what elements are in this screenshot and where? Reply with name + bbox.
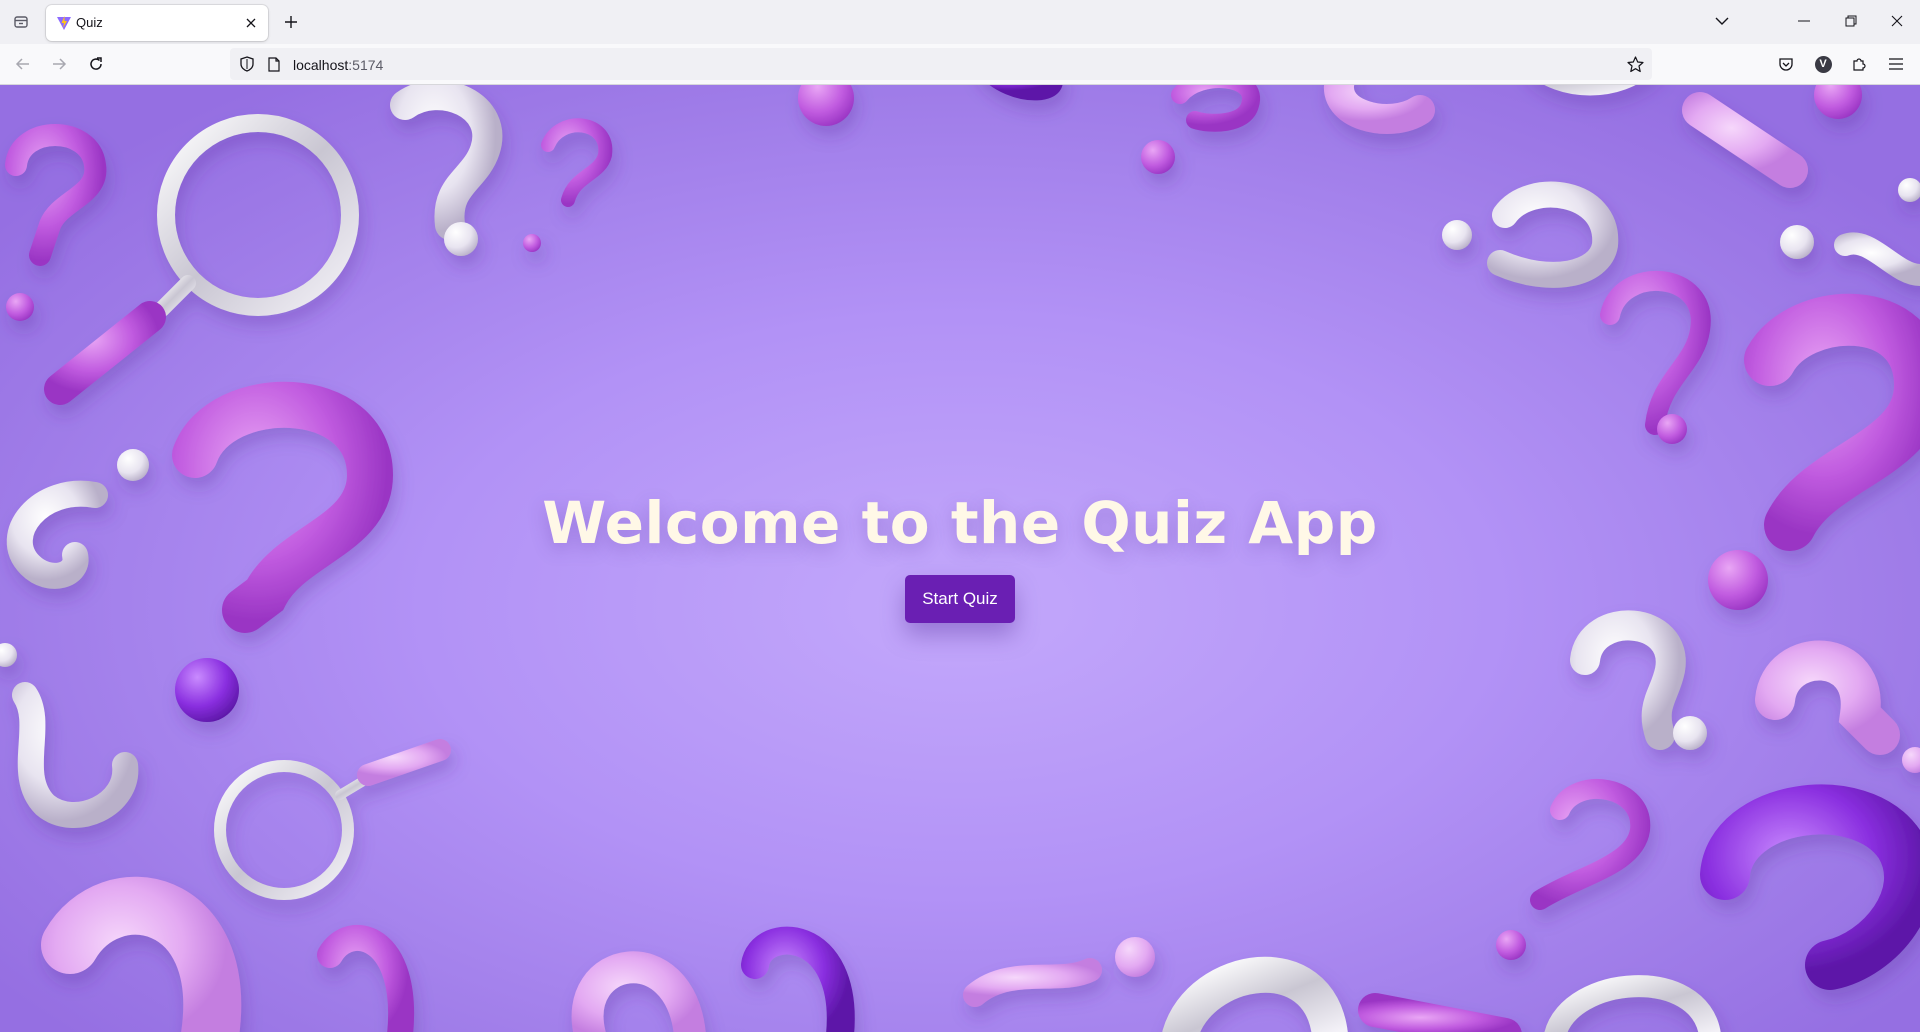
tab-title: Quiz — [76, 15, 103, 30]
pocket-icon[interactable] — [1775, 53, 1797, 75]
url-port: :5174 — [348, 57, 384, 73]
start-quiz-button[interactable]: Start Quiz — [905, 575, 1015, 623]
hamburger-menu-icon[interactable] — [1885, 53, 1907, 75]
page-viewport: Welcome to the Quiz App Start Quiz — [0, 85, 1920, 1032]
forward-arrow-icon[interactable] — [46, 51, 72, 77]
close-window-icon[interactable] — [1877, 6, 1917, 36]
page-title: Welcome to the Quiz App — [542, 489, 1378, 557]
browser-nav-bar: localhost:5174 V — [0, 44, 1920, 85]
hero-section: Welcome to the Quiz App Start Quiz — [0, 85, 1920, 1032]
browser-tab-bar: Quiz — [0, 0, 1920, 44]
list-all-tabs-icon[interactable] — [1702, 6, 1742, 36]
url-text[interactable]: localhost:5174 — [293, 57, 383, 73]
tab-close-icon[interactable] — [242, 14, 260, 32]
address-bar[interactable]: localhost:5174 — [230, 48, 1652, 80]
url-host: localhost — [293, 57, 349, 73]
page-info-icon[interactable] — [266, 56, 282, 72]
tab-list-icon[interactable] — [8, 9, 34, 35]
bookmark-star-icon[interactable] — [1626, 55, 1644, 73]
avatar: V — [1814, 55, 1832, 73]
shield-icon[interactable] — [239, 56, 255, 72]
browser-tab-quiz[interactable]: Quiz — [46, 5, 268, 41]
restore-window-icon[interactable] — [1831, 6, 1871, 36]
extensions-puzzle-icon[interactable] — [1848, 53, 1870, 75]
vite-logo-icon — [57, 16, 71, 30]
reload-icon[interactable] — [83, 51, 109, 77]
back-arrow-icon[interactable] — [10, 51, 36, 77]
account-avatar-icon[interactable]: V — [1812, 53, 1834, 75]
new-tab-icon[interactable] — [280, 11, 302, 33]
minimize-window-icon[interactable] — [1784, 6, 1824, 36]
